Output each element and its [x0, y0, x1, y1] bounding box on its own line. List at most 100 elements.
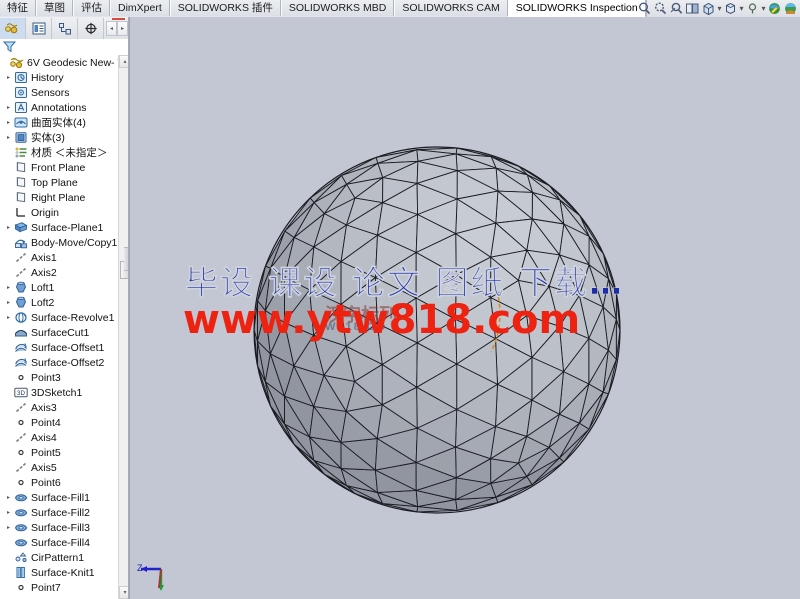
tree-item-label: Axis2 — [31, 266, 57, 279]
spinner-left[interactable]: ◂ — [106, 20, 117, 36]
display-style-icon[interactable] — [723, 1, 738, 16]
tree-item[interactable]: ▸ 实体(3) — [0, 130, 118, 145]
cmtab-sketch[interactable]: 草图 — [36, 0, 73, 16]
feature-filter-bar — [0, 39, 128, 55]
expand-arrow-icon[interactable]: ▸ — [4, 505, 13, 520]
geodesic-sphere-model[interactable] — [129, 17, 800, 599]
tree-item[interactable]: Point3 — [0, 370, 118, 385]
hide-show-items-icon[interactable] — [745, 1, 760, 16]
tree-item[interactable]: ▸ History — [0, 70, 118, 85]
tree-item[interactable]: SurfaceCut1 — [0, 325, 118, 340]
scroll-up-arrow[interactable]: ▴ — [119, 55, 128, 68]
cmtab-dimxpert[interactable]: DimXpert — [110, 0, 170, 16]
cmtab-solidworks-addins[interactable]: SOLIDWORKS 插件 — [169, 0, 281, 16]
tree-item[interactable]: ▸ Annotations — [0, 100, 118, 115]
expand-arrow-icon[interactable]: ▸ — [4, 115, 13, 130]
scroll-down-arrow[interactable]: ▾ — [119, 586, 128, 599]
view-orientation-dropdown-arrow[interactable]: ▾ — [717, 1, 722, 16]
tree-item[interactable]: Front Plane — [0, 160, 118, 175]
edit-appearance-icon[interactable] — [767, 1, 782, 16]
tree-item[interactable]: Body-Move/Copy1 — [0, 235, 118, 250]
tree-item[interactable]: Surface-Offset2 — [0, 355, 118, 370]
feature-manager-spinner[interactable]: ◂ ▸ — [106, 20, 128, 36]
tree-item[interactable]: ▸ Surface-Fill2 — [0, 505, 118, 520]
property-manager-tab[interactable] — [26, 17, 52, 39]
configuration-manager-tab[interactable] — [52, 17, 78, 39]
tree-item[interactable]: ▸ Surface-Fill1 — [0, 490, 118, 505]
cmtab-evaluate[interactable]: 评估 — [73, 0, 110, 16]
tree-item[interactable]: Point7 — [0, 580, 118, 595]
expand-arrow-icon[interactable]: ▸ — [4, 220, 13, 235]
tree-item-label: Surface-Knit1 — [31, 566, 95, 579]
cmtab-features[interactable]: 特征 — [0, 0, 36, 16]
tree-item[interactable]: ▸ Surface-Revolve1 — [0, 310, 118, 325]
surface-fill-icon — [13, 491, 28, 505]
tree-item[interactable]: Point5 — [0, 445, 118, 460]
cmtab-label: 评估 — [81, 2, 102, 14]
tree-item[interactable]: Surface-Fill4 — [0, 535, 118, 550]
expand-arrow-icon[interactable]: ▸ — [4, 520, 13, 535]
tree-item[interactable]: 3D 3DSketch1 — [0, 385, 118, 400]
tree-item[interactable]: ▸ Loft1 — [0, 280, 118, 295]
feature-tree-scrollbar[interactable]: ▴ ▾ — [118, 55, 128, 599]
tree-item[interactable]: Surface-Knit1 — [0, 565, 118, 580]
tree-item-label: Axis4 — [31, 431, 57, 444]
tree-item[interactable]: 材质 ＜未指定＞ — [0, 145, 118, 160]
tree-item[interactable]: ▸ Surface-Plane1 — [0, 220, 118, 235]
tree-item[interactable]: Axis5 — [0, 460, 118, 475]
tree-item[interactable]: Axis2 — [0, 265, 118, 280]
display-style-dropdown-arrow[interactable]: ▾ — [739, 1, 744, 16]
tree-item[interactable]: Origin — [0, 205, 118, 220]
tree-item[interactable]: ▸ 曲面实体(4) — [0, 115, 118, 130]
expand-arrow-icon[interactable]: ▸ — [4, 295, 13, 310]
tree-item[interactable]: Axis4 — [0, 430, 118, 445]
apply-scene-icon[interactable] — [783, 1, 798, 16]
tree-item-label: Axis1 — [31, 251, 57, 264]
expand-arrow-icon[interactable]: ▸ — [4, 100, 13, 115]
expand-arrow-icon[interactable]: ▸ — [4, 70, 13, 85]
section-view-icon[interactable] — [685, 1, 700, 16]
spinner-right[interactable]: ▸ — [117, 20, 128, 36]
tree-item-label: 实体(3) — [31, 132, 65, 144]
dimxpert-manager-tab[interactable] — [78, 17, 104, 39]
property-manager-icon — [32, 22, 45, 34]
filter-icon[interactable] — [2, 40, 17, 56]
tree-item[interactable]: Sensors — [0, 85, 118, 100]
expand-arrow-icon[interactable]: ▸ — [4, 490, 13, 505]
tree-item[interactable]: ▸ Surface-Fill3 — [0, 520, 118, 535]
cmtab-solidworks-inspection[interactable]: SOLIDWORKS Inspection — [507, 0, 646, 17]
tree-item[interactable]: Right Plane — [0, 190, 118, 205]
tree-item[interactable]: Axis1 — [0, 250, 118, 265]
view-orientation-icon[interactable] — [701, 1, 716, 16]
tree-item[interactable]: Top Plane — [0, 175, 118, 190]
origin-icon — [13, 206, 28, 220]
surface-cut-icon — [13, 326, 28, 340]
zoom-in-out-icon[interactable] — [669, 1, 684, 16]
zoom-to-fit-icon[interactable] — [637, 1, 652, 16]
hide-show-dropdown-arrow[interactable]: ▾ — [761, 1, 766, 16]
tree-item[interactable]: Point4 — [0, 415, 118, 430]
tree-item[interactable]: Axis3 — [0, 400, 118, 415]
tree-root-item[interactable]: 6V Geodesic New- YouTub — [0, 55, 118, 70]
tree-item[interactable]: Point6 — [0, 475, 118, 490]
tree-item-label: 曲面实体(4) — [31, 117, 86, 129]
feature-manager-design-tree-tab[interactable] — [0, 17, 26, 39]
cmtab-solidworks-cam[interactable]: SOLIDWORKS CAM — [394, 0, 508, 16]
expand-arrow-icon[interactable]: ▸ — [4, 310, 13, 325]
expand-arrow-icon[interactable]: ▸ — [4, 280, 13, 295]
cmtab-solidworks-mbd[interactable]: SOLIDWORKS MBD — [280, 0, 395, 16]
plane-icon — [13, 191, 28, 205]
tree-item-label: Surface-Fill1 — [31, 491, 90, 504]
feature-tree[interactable]: 6V Geodesic New- YouTub ▸ History Sensors ▸ A… — [0, 55, 118, 599]
expand-arrow-icon[interactable]: ▸ — [4, 130, 13, 145]
tree-item[interactable]: Surface-Offset1 — [0, 340, 118, 355]
zoom-to-area-icon[interactable] — [653, 1, 668, 16]
tree-item[interactable]: CirPattern1 — [0, 550, 118, 565]
graphics-area[interactable]: 汉字标列 W818.CO 毕设 课设 论文 图纸 下载… www.ytw818.… — [129, 17, 800, 599]
tree-item[interactable]: ▸ Loft2 — [0, 295, 118, 310]
